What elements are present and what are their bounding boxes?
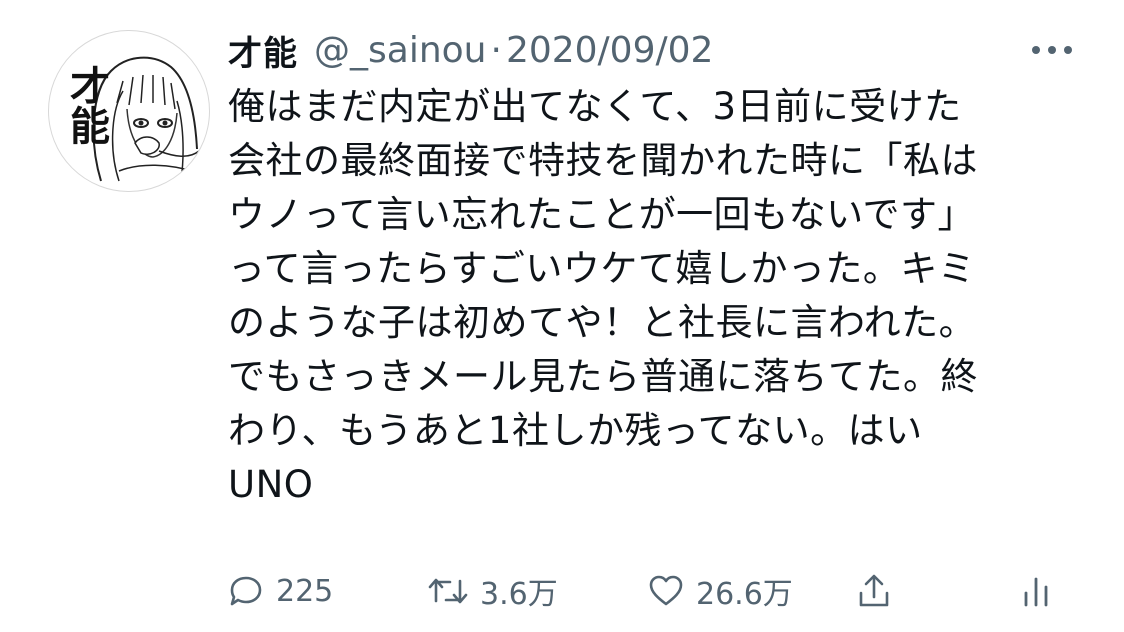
avatar[interactable]: 才能: [48, 30, 210, 192]
more-dot: [1064, 46, 1072, 54]
tweet-header: 才能 @_sainou · 2020/09/02: [228, 26, 713, 74]
tweet-date[interactable]: 2020/09/02: [506, 30, 714, 71]
tweet-card: 才能 才能 @_sainou · 2020/09/02 俺はまだ内定が出てなくて…: [0, 0, 1124, 632]
display-name[interactable]: 才能: [228, 26, 298, 75]
user-handle[interactable]: @_sainou: [314, 30, 486, 71]
tweet-text-line: UNO: [228, 463, 314, 506]
tweet-text-line: 会社の最終面接で特技を聞かれた時に「私は: [228, 139, 978, 182]
heart-icon: [649, 575, 683, 606]
avatar-calligraphy: 才能: [57, 65, 110, 145]
tweet-text-line: わり、もうあと1社しか残ってない。はい: [228, 409, 923, 452]
reply-icon: [230, 576, 262, 606]
share-icon: [859, 574, 889, 607]
analytics-icon: [1024, 577, 1048, 607]
tweet-text-line: でもさっきメール見たら普通に落ちてた。終: [228, 355, 978, 398]
tweet-text: 俺はまだ内定が出てなくて、3日前に受けた 会社の最終面接で特技を聞かれた時に「私…: [228, 80, 1088, 512]
more-dot: [1048, 46, 1056, 54]
reply-button[interactable]: 225: [228, 566, 333, 616]
separator-dot: ·: [490, 29, 502, 71]
more-dot: [1032, 46, 1040, 54]
retweet-count: 3.6万: [480, 577, 558, 612]
share-button[interactable]: [856, 566, 892, 616]
tweet-text-line: のような子は初めてや！と社長に言われた。: [228, 301, 977, 344]
reply-count: 225: [276, 573, 334, 609]
like-button[interactable]: 26.6万: [648, 566, 793, 616]
retweet-icon: [428, 578, 468, 604]
action-bar: 225 3.6万 26.6万: [228, 566, 1058, 616]
tweet-text-line: って言ったらすごいウケて嬉しかった。キミ: [228, 247, 976, 290]
analytics-button[interactable]: [1018, 566, 1054, 616]
like-count: 26.6万: [696, 577, 793, 612]
retweet-button[interactable]: 3.6万: [428, 566, 558, 616]
avatar-text: 才能: [63, 65, 110, 145]
more-options-button[interactable]: [1022, 30, 1082, 70]
tweet-text-line: 俺はまだ内定が出てなくて、3日前に受けた: [228, 85, 962, 128]
tweet-text-line: ウノって言い忘れたことが一回もないです」: [228, 193, 976, 236]
